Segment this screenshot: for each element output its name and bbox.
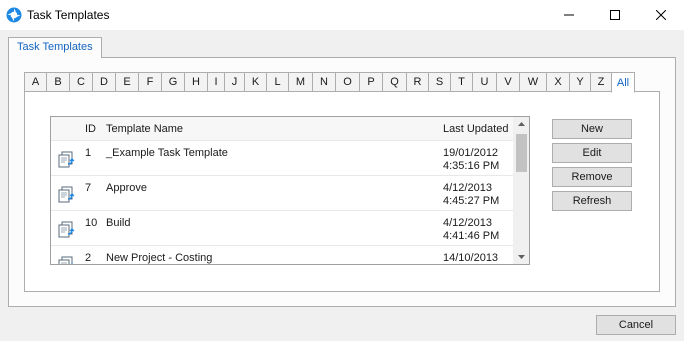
task-template-icon (58, 221, 75, 238)
cell-updated-time: 4:35:16 PM (443, 160, 500, 172)
letter-tab-b[interactable]: B (46, 72, 69, 92)
letter-tab-e[interactable]: E (115, 72, 138, 92)
letter-tab-z[interactable]: Z (590, 72, 611, 92)
maximize-icon (610, 10, 620, 20)
letter-tab-i[interactable]: I (207, 72, 224, 92)
chevron-up-icon (518, 122, 525, 126)
remove-button[interactable]: Remove (552, 167, 632, 187)
letter-tab-p[interactable]: P (359, 72, 382, 92)
refresh-button[interactable]: Refresh (552, 191, 632, 211)
column-header-last-updated[interactable]: Last Updated (443, 123, 508, 135)
cell-updated-date: 14/10/2013 (443, 252, 499, 264)
vertical-scrollbar[interactable] (513, 117, 529, 264)
cell-id: 2 (85, 252, 92, 264)
tab-task-templates[interactable]: Task Templates (8, 37, 102, 58)
grid-header: ID Template Name Last Updated (51, 117, 513, 140)
title-bar: Task Templates (0, 0, 684, 30)
window-title: Task Templates (27, 8, 110, 22)
letter-tab-x[interactable]: X (546, 72, 569, 92)
letter-tab-k[interactable]: K (244, 72, 266, 92)
scroll-thumb[interactable] (516, 134, 527, 172)
cell-updated-time: 4:41:46 PM (443, 230, 500, 242)
table-row[interactable]: 1 _Example Task Template 19/01/2012 4:35:16… (51, 140, 513, 175)
scroll-down-arrow[interactable] (513, 250, 529, 264)
table-row[interactable]: 10 Build 4/12/2013 4:41:46 PM (51, 210, 513, 245)
minimize-icon (564, 14, 574, 16)
cell-template-name: Build (106, 217, 131, 229)
column-header-id[interactable]: ID (85, 123, 96, 135)
letter-tab-g[interactable]: G (161, 72, 184, 92)
table-row[interactable]: 7 Approve 4/12/2013 4:45:27 PM (51, 175, 513, 210)
cell-template-name: New Project - Costing (106, 252, 213, 264)
cell-updated-date: 4/12/2013 (443, 217, 492, 229)
letter-tab-o[interactable]: O (335, 72, 359, 92)
letter-tab-n[interactable]: N (312, 72, 335, 92)
letter-tab-j[interactable]: J (224, 72, 244, 92)
cell-updated-time: 4:45:27 PM (443, 195, 500, 207)
letter-tab-t[interactable]: T (450, 72, 472, 92)
letter-tab-d[interactable]: D (92, 72, 115, 92)
templates-grid[interactable]: ID Template Name Last Updated 1 _Example … (50, 116, 530, 265)
cancel-button[interactable]: Cancel (596, 315, 676, 335)
table-row[interactable]: 2 New Project - Costing 14/10/2013 (51, 245, 513, 264)
scroll-up-arrow[interactable] (513, 117, 529, 131)
edit-button[interactable]: Edit (552, 143, 632, 163)
cell-id: 10 (85, 217, 98, 229)
letter-filter-tabs: A B C D E F G H I J K L M N O P Q R S T U V W X Y Z All (24, 72, 635, 93)
cell-template-name: Approve (106, 182, 147, 194)
letter-tab-r[interactable]: R (406, 72, 428, 92)
cell-id: 7 (85, 182, 92, 194)
minimize-button[interactable] (546, 0, 592, 30)
maximize-button[interactable] (592, 0, 638, 30)
close-button[interactable] (638, 0, 684, 30)
cell-updated-date: 19/01/2012 (443, 147, 499, 159)
letter-tab-y[interactable]: Y (569, 72, 590, 92)
chevron-down-icon (518, 255, 525, 259)
cell-updated-date: 4/12/2013 (443, 182, 492, 194)
letter-tab-a[interactable]: A (24, 72, 46, 92)
cell-id: 1 (85, 147, 92, 159)
letter-tab-w[interactable]: W (519, 72, 546, 92)
task-template-icon (58, 186, 75, 203)
app-swirl-icon (6, 7, 22, 23)
letter-tab-m[interactable]: M (288, 72, 312, 92)
letter-tab-u[interactable]: U (472, 72, 496, 92)
column-header-template-name[interactable]: Template Name (106, 123, 183, 135)
letter-tab-all[interactable]: All (611, 72, 635, 93)
letter-tab-c[interactable]: C (69, 72, 92, 92)
letter-tab-v[interactable]: V (496, 72, 519, 92)
cell-template-name: _Example Task Template (106, 147, 228, 159)
letter-tab-h[interactable]: H (184, 72, 207, 92)
letter-tab-s[interactable]: S (428, 72, 450, 92)
task-template-icon (58, 256, 73, 264)
letter-tab-f[interactable]: F (138, 72, 161, 92)
letter-tab-q[interactable]: Q (382, 72, 406, 92)
task-template-icon (58, 151, 75, 168)
letter-tab-l[interactable]: L (266, 72, 288, 92)
new-button[interactable]: New (552, 119, 632, 139)
close-icon (656, 10, 666, 20)
